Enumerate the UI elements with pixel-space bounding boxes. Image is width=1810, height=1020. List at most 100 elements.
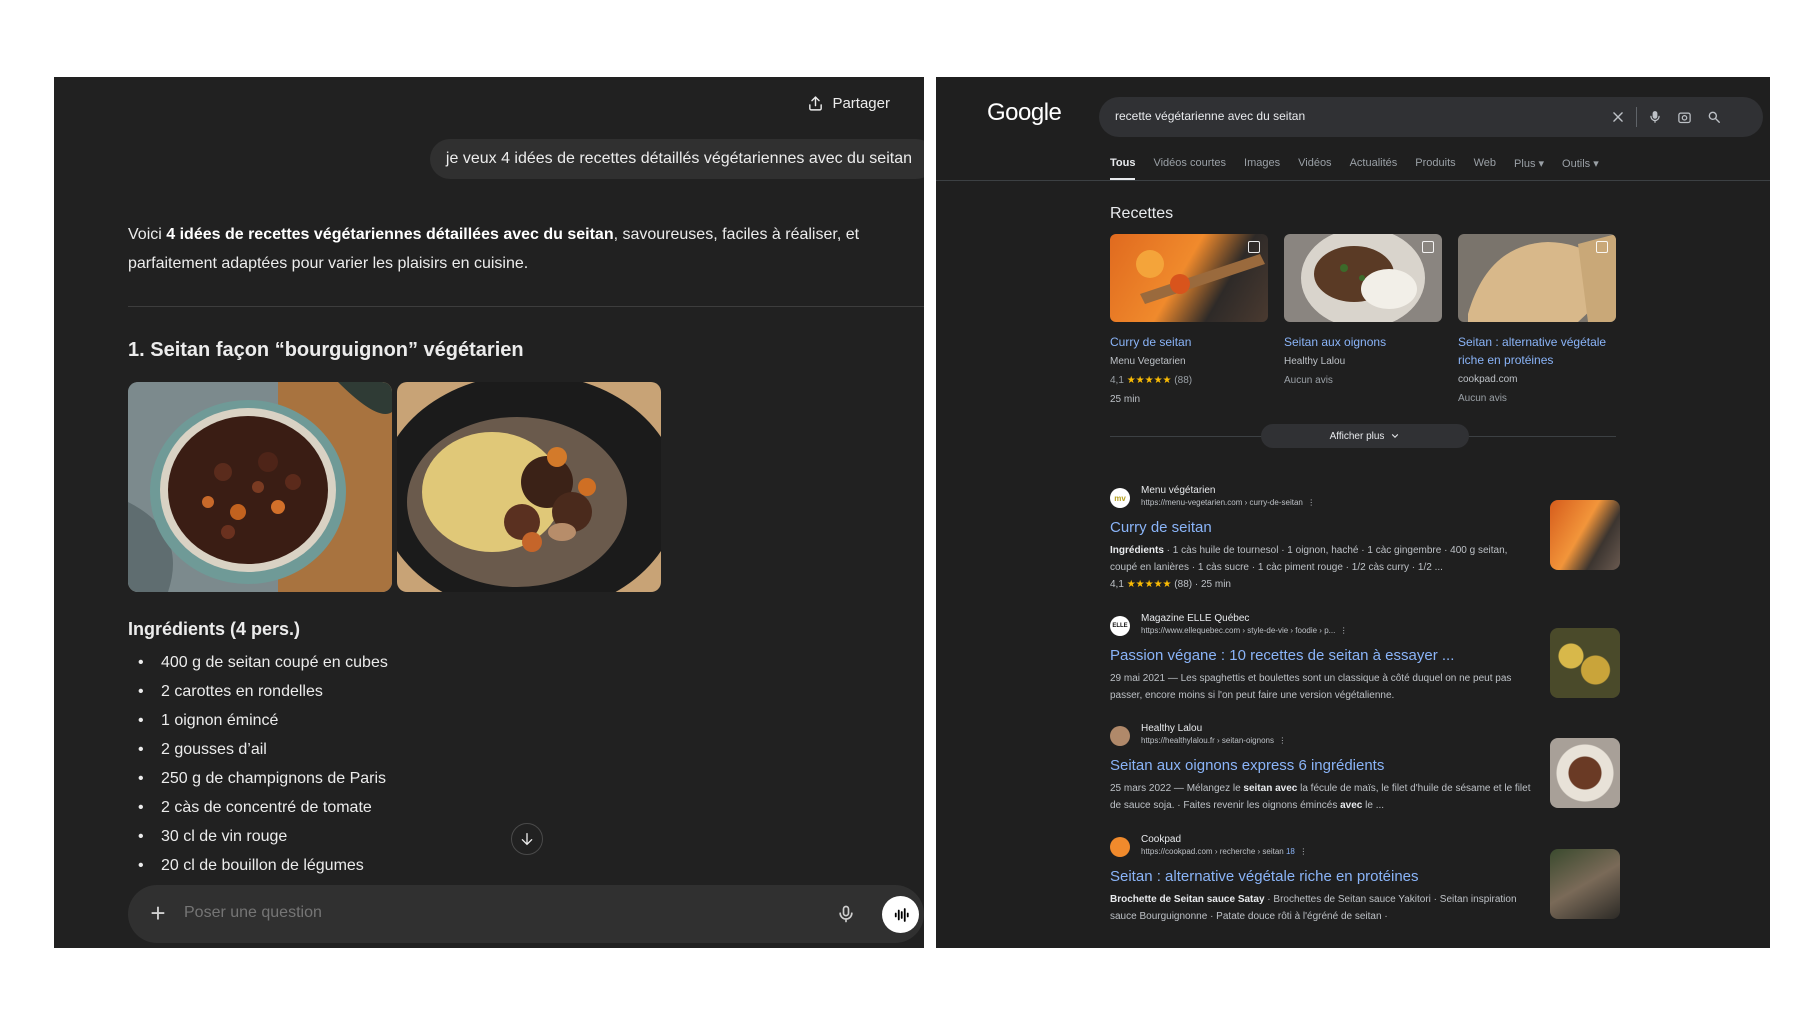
recipe-card[interactable]: Seitan aux oignons Healthy Lalou Aucun a… bbox=[1284, 234, 1442, 388]
search-result: Cookpad https://cookpad.com › recherche … bbox=[1110, 834, 1536, 924]
scroll-down-button[interactable] bbox=[511, 823, 543, 855]
search-result: mv Menu végétarien https://menu-vegetari… bbox=[1110, 485, 1536, 590]
recipe-card[interactable]: Seitan : alternative végétale riche en p… bbox=[1458, 234, 1616, 406]
search-result: Healthy Lalou https://healthylalou.fr › … bbox=[1110, 723, 1536, 813]
search-result: ELLE Magazine ELLE Québec https://www.el… bbox=[1110, 613, 1536, 703]
list-item: 2 gousses d’ail bbox=[128, 735, 388, 764]
tab-tous[interactable]: Tous bbox=[1110, 157, 1136, 181]
share-icon bbox=[809, 96, 823, 111]
recipes-section-title: Recettes bbox=[1110, 205, 1174, 222]
assistant-intro: Voici 4 idées de recettes végétariennes … bbox=[128, 226, 860, 272]
result-thumbnail[interactable] bbox=[1550, 849, 1620, 919]
divider bbox=[1636, 107, 1637, 127]
result-url[interactable]: https://healthylalou.fr › seitan-oignons… bbox=[1141, 736, 1286, 745]
recipe-card-rating: 4,1 ★★★★★ (88) bbox=[1110, 375, 1193, 386]
result-snippet: Brochette de Seitan sauce Satay · Broche… bbox=[1110, 894, 1517, 922]
recipe-card-rating: Aucun avis bbox=[1284, 375, 1333, 386]
result-title-link[interactable]: Seitan aux oignons express 6 ingrédients bbox=[1110, 757, 1384, 774]
chevron-down-icon bbox=[1392, 434, 1399, 439]
tab-videos[interactable]: Vidéos bbox=[1298, 157, 1331, 181]
share-label: Partager bbox=[832, 95, 890, 112]
tab-outils[interactable]: Outils ▾ bbox=[1562, 157, 1599, 181]
search-icon[interactable] bbox=[1705, 108, 1723, 126]
bookmark-icon[interactable] bbox=[1596, 241, 1608, 253]
recipe-image-plate[interactable] bbox=[397, 382, 661, 592]
recipe-image-pot[interactable] bbox=[128, 382, 392, 592]
recipe-card-title[interactable]: Seitan aux oignons bbox=[1284, 333, 1442, 351]
result-snippet: 29 mai 2021 — Les spaghettis et boulette… bbox=[1110, 673, 1512, 701]
show-more-label: Afficher plus bbox=[1329, 430, 1385, 442]
recipe-card-source: cookpad.com bbox=[1458, 374, 1518, 385]
microphone-icon[interactable] bbox=[836, 904, 856, 924]
result-title-link[interactable]: Seitan : alternative végétale riche en p… bbox=[1110, 868, 1419, 885]
site-favicon: ELLE bbox=[1110, 616, 1130, 636]
arrow-down-icon bbox=[521, 833, 533, 846]
list-item: 20 cl de bouillon de légumes bbox=[128, 851, 388, 880]
composer: + bbox=[128, 885, 924, 943]
recipe-card[interactable]: Curry de seitan Menu Vegetarien 4,1 ★★★★… bbox=[1110, 234, 1268, 407]
camera-lens-icon[interactable] bbox=[1675, 108, 1693, 126]
recipe-card-time: 25 min bbox=[1110, 394, 1141, 405]
clear-icon[interactable] bbox=[1609, 108, 1627, 126]
ingredients-title: Ingrédients (4 pers.) bbox=[128, 619, 301, 639]
share-button[interactable]: Partager bbox=[803, 89, 894, 118]
result-title-link[interactable]: Curry de seitan bbox=[1110, 519, 1212, 536]
tab-web[interactable]: Web bbox=[1474, 157, 1496, 181]
recipe-card-thumbnail[interactable] bbox=[1284, 234, 1442, 322]
result-site-name[interactable]: Healthy Lalou bbox=[1141, 723, 1202, 734]
google-panel: Google Tous Vidéos courtes Images Vidéos… bbox=[936, 77, 1770, 948]
result-url[interactable]: https://www.ellequebec.com › style-de-vi… bbox=[1141, 626, 1348, 635]
result-site-name[interactable]: Menu végétarien bbox=[1141, 485, 1216, 496]
rating-stars: ★★★★★ bbox=[1126, 375, 1172, 386]
bookmark-icon[interactable] bbox=[1248, 241, 1260, 253]
recipe-card-title[interactable]: Curry de seitan bbox=[1110, 333, 1268, 351]
recipe-card-thumbnail[interactable] bbox=[1110, 234, 1268, 322]
recipe-card-title[interactable]: Seitan : alternative végétale riche en p… bbox=[1458, 333, 1616, 369]
waveform-icon bbox=[894, 907, 909, 922]
result-title-link[interactable]: Passion végane : 10 recettes de seitan à… bbox=[1110, 647, 1454, 664]
rating-stars: ★★★★★ bbox=[1126, 579, 1172, 590]
recipe-card-source: Healthy Lalou bbox=[1284, 356, 1346, 367]
recipe-title: 1. Seitan façon “bourguignon” végétarien bbox=[128, 339, 524, 361]
voice-mode-button[interactable] bbox=[882, 896, 919, 933]
microphone-icon[interactable] bbox=[1646, 108, 1664, 126]
result-snippet: Ingrédients · 1 càs huile de tournesol ·… bbox=[1110, 545, 1508, 590]
site-favicon: mv bbox=[1110, 488, 1130, 508]
search-tabs: Tous Vidéos courtes Images Vidéos Actual… bbox=[1110, 157, 1599, 181]
result-site-name[interactable]: Cookpad bbox=[1141, 834, 1181, 845]
question-input[interactable] bbox=[184, 904, 744, 922]
tab-images[interactable]: Images bbox=[1244, 157, 1280, 181]
site-favicon bbox=[1110, 726, 1130, 746]
user-message-bubble: je veux 4 idées de recettes détaillés vé… bbox=[429, 139, 924, 179]
chat-panel: Partager je veux 4 idées de recettes dét… bbox=[54, 77, 924, 948]
recipe-card-rating: Aucun avis bbox=[1458, 393, 1507, 404]
ingredients-list: 400 g de seitan coupé en cubes 2 carotte… bbox=[128, 648, 388, 880]
list-item: 2 carottes en rondelles bbox=[128, 677, 388, 706]
result-thumbnail[interactable] bbox=[1550, 500, 1620, 570]
divider bbox=[128, 306, 924, 307]
search-input[interactable] bbox=[1115, 109, 1615, 123]
recipe-card-thumbnail[interactable] bbox=[1458, 234, 1616, 322]
tab-produits[interactable]: Produits bbox=[1415, 157, 1455, 181]
list-item: 30 cl de vin rouge bbox=[128, 822, 388, 851]
result-thumbnail[interactable] bbox=[1550, 628, 1620, 698]
list-item: 1 oignon émincé bbox=[128, 706, 388, 735]
tab-actualites[interactable]: Actualités bbox=[1350, 157, 1398, 181]
plus-icon[interactable]: + bbox=[144, 899, 172, 927]
bookmark-icon[interactable] bbox=[1422, 241, 1434, 253]
result-url[interactable]: https://menu-vegetarien.com › curry-de-s… bbox=[1141, 498, 1315, 507]
list-item: 400 g de seitan coupé en cubes bbox=[128, 648, 388, 677]
site-favicon bbox=[1110, 837, 1130, 857]
result-url[interactable]: https://cookpad.com › recherche › seitan… bbox=[1141, 847, 1307, 856]
result-site-name[interactable]: Magazine ELLE Québec bbox=[1141, 613, 1249, 624]
divider bbox=[936, 180, 1770, 181]
result-snippet: 25 mars 2022 — Mélangez le seitan avec l… bbox=[1110, 783, 1531, 811]
result-thumbnail[interactable] bbox=[1550, 738, 1620, 808]
list-item: 2 càs de concentré de tomate bbox=[128, 793, 388, 822]
list-item: 250 g de champignons de Paris bbox=[128, 764, 388, 793]
google-logo[interactable]: Google bbox=[987, 99, 1062, 127]
tab-videos-courtes[interactable]: Vidéos courtes bbox=[1153, 157, 1226, 181]
tab-plus[interactable]: Plus ▾ bbox=[1514, 157, 1544, 181]
search-bar bbox=[1099, 97, 1763, 137]
show-more-button[interactable]: Afficher plus bbox=[1261, 424, 1469, 448]
